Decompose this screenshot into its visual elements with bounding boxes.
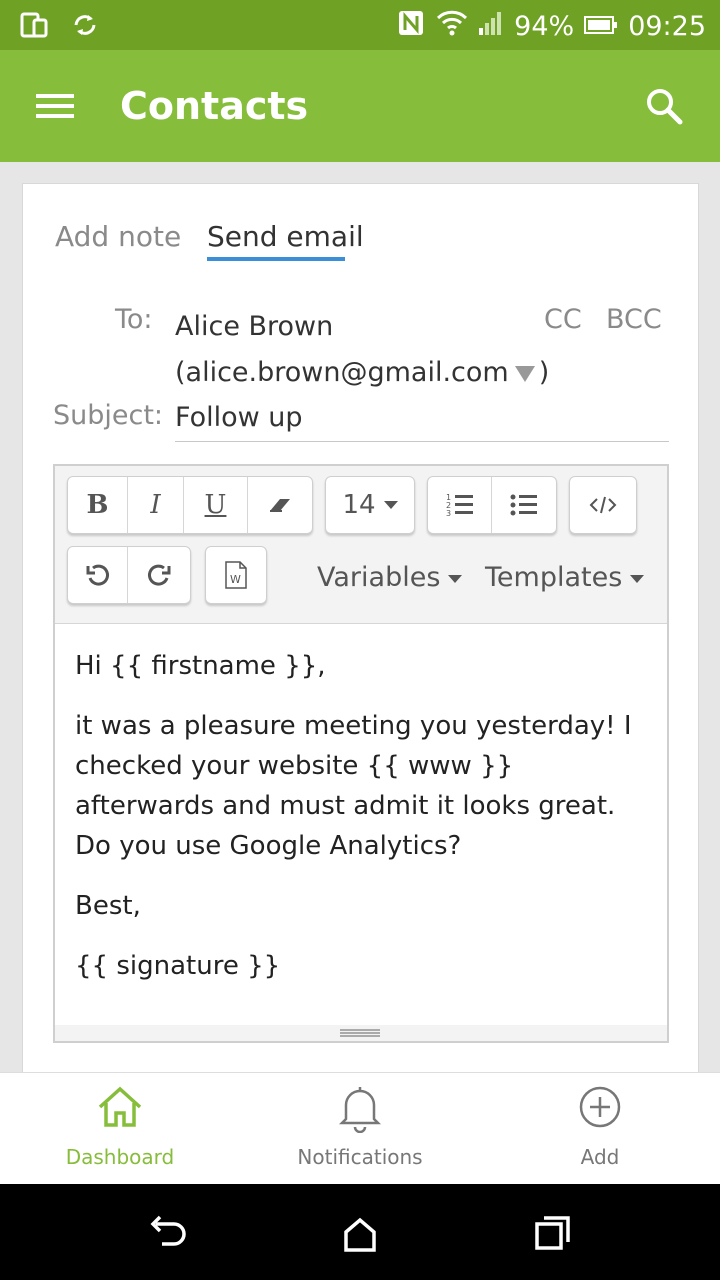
chevron-down-icon — [448, 574, 463, 583]
email-editor: B I U 14 123 W Variables Templates Hi {{… — [53, 464, 669, 1043]
nfc-icon — [396, 8, 426, 45]
status-bar: 94% 09:25 — [0, 0, 720, 50]
device-icon — [20, 10, 50, 44]
bold-button[interactable]: B — [68, 477, 128, 533]
editor-toolbar: B I U 14 123 W Variables Templates — [55, 466, 667, 624]
clock: 09:25 — [628, 11, 706, 42]
battery-percent: 94% — [514, 11, 575, 42]
font-size-dropdown[interactable]: 14 — [326, 477, 414, 533]
grip-icon — [340, 1029, 380, 1037]
recipient-dropdown-icon[interactable] — [514, 365, 535, 382]
tab-add-note[interactable]: Add note — [55, 220, 181, 253]
italic-button[interactable]: I — [128, 477, 184, 533]
document-button-group: W — [205, 546, 267, 604]
font-size-group: 14 — [325, 476, 415, 534]
tab-send-email[interactable]: Send email — [207, 220, 364, 253]
home-icon — [98, 1086, 142, 1127]
svg-text:W: W — [230, 573, 241, 586]
recipient[interactable]: Alice Brown (alice.brown@gmail.com) — [175, 304, 549, 396]
active-tab-indicator — [207, 257, 345, 261]
underline-button[interactable]: U — [184, 477, 248, 533]
to-label: To: — [115, 304, 153, 335]
redo-icon[interactable] — [128, 547, 190, 603]
body-signature: {{ signature }} — [75, 951, 281, 981]
nav-notifications-label: Notifications — [297, 1145, 423, 1169]
menu-icon[interactable] — [36, 92, 76, 122]
cc-button[interactable]: CC — [544, 304, 582, 335]
list-button-group: 123 — [427, 476, 557, 534]
nav-add-label: Add — [580, 1145, 620, 1169]
undo-icon[interactable] — [68, 547, 128, 603]
body-closing: Best, — [75, 891, 141, 921]
back-icon[interactable] — [146, 1212, 190, 1256]
recipient-name: Alice Brown — [175, 311, 334, 342]
search-icon[interactable] — [644, 86, 684, 126]
email-body[interactable]: Hi {{ firstname }}, it was a pleasure me… — [75, 646, 655, 1006]
nav-add[interactable]: Add — [480, 1073, 720, 1185]
system-navigation-bar — [0, 1184, 720, 1280]
signal-icon — [478, 10, 504, 43]
subject-label: Subject: — [53, 400, 164, 431]
nav-dashboard[interactable]: Dashboard — [0, 1073, 240, 1185]
battery-icon — [584, 11, 618, 42]
variables-dropdown[interactable]: Variables — [317, 562, 463, 593]
bell-icon — [338, 1087, 382, 1133]
sync-icon — [70, 10, 100, 44]
bottom-navigation: Dashboard Notifications Add — [0, 1072, 720, 1184]
history-button-group — [67, 546, 191, 604]
nav-notifications[interactable]: Notifications — [240, 1073, 480, 1185]
chevron-down-icon — [383, 501, 398, 509]
svg-text:3: 3 — [446, 509, 451, 518]
eraser-icon[interactable] — [248, 477, 312, 533]
email-card: Add note Send email To: Alice Brown (ali… — [22, 183, 699, 1083]
bcc-button[interactable]: BCC — [606, 304, 662, 335]
code-button-group — [569, 476, 637, 534]
nav-dashboard-label: Dashboard — [65, 1145, 175, 1169]
status-right: 94% 09:25 — [396, 8, 706, 45]
app-bar: Contacts — [0, 50, 720, 162]
recent-apps-icon[interactable] — [530, 1212, 574, 1256]
body-paragraph: it was a pleasure meeting you yesterday!… — [75, 711, 632, 861]
home-button-icon[interactable] — [338, 1212, 382, 1256]
wifi-icon — [436, 8, 468, 45]
recipient-address: (alice.brown@gmail.com — [175, 357, 509, 388]
templates-dropdown[interactable]: Templates — [485, 562, 645, 593]
bullet-list-icon[interactable] — [492, 477, 556, 533]
plus-circle-icon — [579, 1086, 621, 1128]
ordered-list-icon[interactable]: 123 — [428, 477, 492, 533]
body-greeting: Hi {{ firstname }}, — [75, 651, 326, 681]
chevron-down-icon — [630, 574, 645, 583]
variables-label: Variables — [317, 562, 441, 593]
recipient-address-close: ) — [538, 357, 550, 388]
status-left-icons — [20, 10, 100, 44]
code-icon[interactable] — [570, 477, 636, 533]
font-size-value: 14 — [342, 490, 376, 520]
word-document-icon[interactable]: W — [206, 547, 266, 603]
subject-input[interactable] — [175, 394, 669, 442]
editor-resize-handle[interactable] — [55, 1025, 667, 1041]
recipient-address-line: (alice.brown@gmail.com) — [175, 350, 549, 396]
format-button-group: B I U — [67, 476, 313, 534]
templates-label: Templates — [485, 562, 623, 593]
page-title: Contacts — [120, 84, 309, 128]
